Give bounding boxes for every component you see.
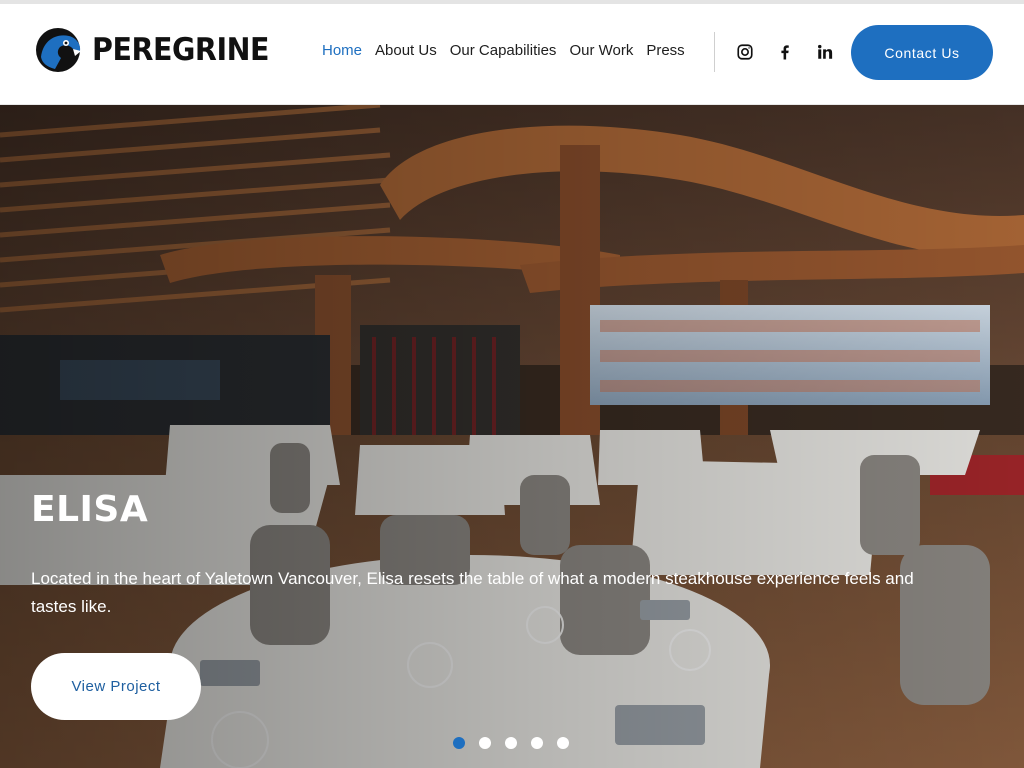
brand-name: PEREGRINE — [92, 32, 270, 68]
slider-dot[interactable] — [557, 737, 569, 749]
slider-dot[interactable] — [505, 737, 517, 749]
slider-dot[interactable] — [453, 737, 465, 749]
view-project-button[interactable]: View Project — [31, 653, 201, 720]
contact-us-button[interactable]: Contact Us — [851, 25, 993, 80]
slider-dot[interactable] — [479, 737, 491, 749]
nav-item-about-us[interactable]: About Us — [375, 42, 437, 59]
facebook-icon[interactable] — [774, 41, 796, 63]
slider-dot[interactable] — [531, 737, 543, 749]
nav-item-our-work[interactable]: Our Work — [569, 42, 633, 59]
nav-item-press[interactable]: Press — [646, 42, 684, 59]
project-description: Located in the heart of Yaletown Vancouv… — [31, 569, 914, 616]
nav-divider — [714, 32, 715, 72]
slider-pagination — [453, 737, 569, 749]
nav-item-home[interactable]: Home — [322, 42, 362, 59]
peregrine-falcon-head-icon — [36, 28, 81, 72]
main-nav: Home About Us Our Capabilities Our Work … — [322, 42, 685, 59]
linkedin-icon[interactable] — [814, 41, 836, 63]
project-title: ELISA — [31, 489, 149, 530]
hero-slider: ELISA Located in the heart of Yaletown V… — [0, 105, 1024, 768]
logo[interactable]: PEREGRINE — [33, 27, 284, 73]
nav-item-our-capabilities[interactable]: Our Capabilities — [450, 42, 557, 59]
site-header: PEREGRINE Home About Us Our Capabilities… — [0, 4, 1024, 105]
instagram-icon[interactable] — [734, 41, 756, 63]
